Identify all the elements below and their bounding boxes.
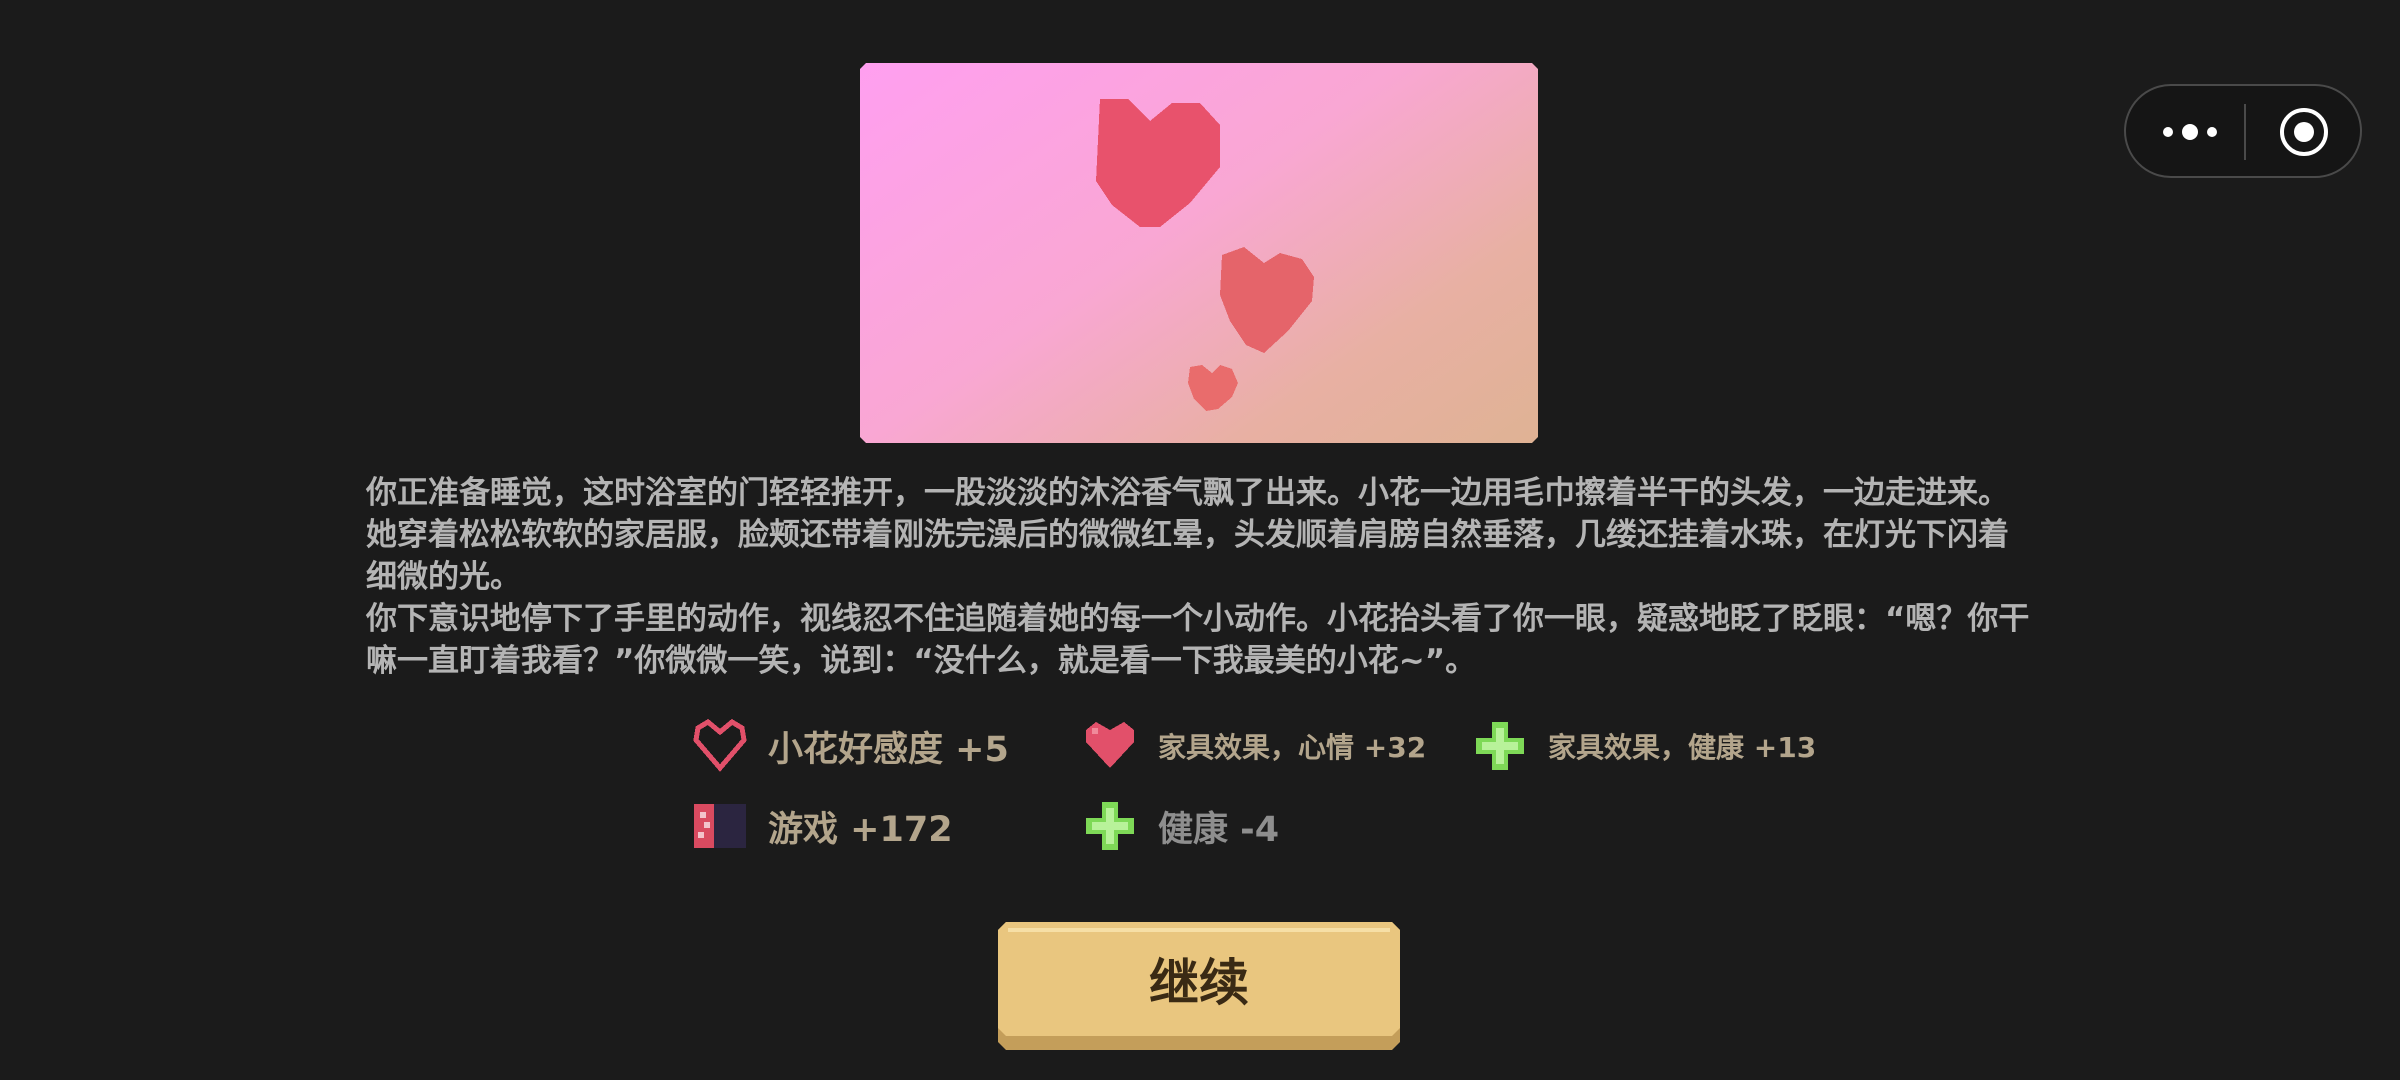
stat-affection: 小花好感度 +5 [692, 718, 1009, 774]
game-card-icon [694, 804, 746, 848]
green-cross-icon [1476, 722, 1524, 770]
story-paragraph: 你下意识地停下了手里的动作，视线忍不住追随着她的每一个小动作。小花抬头看了你一眼… [366, 601, 2030, 679]
stat-game: 游戏 +172 [692, 798, 953, 854]
stat-furniture-mood: 家具效果，心情 +32 [1082, 718, 1426, 774]
floating-hearts-illustration [860, 63, 1538, 443]
stat-health: 健康 -4 [1082, 798, 1279, 854]
story-text: 你正准备睡觉，这时浴室的门轻轻推开，一股淡淡的沐浴香气飘了出来。小花一边用毛巾擦… [366, 472, 2034, 682]
target-circle-icon[interactable] [2278, 106, 2330, 158]
green-cross-icon [1086, 802, 1134, 850]
capsule-divider [2244, 104, 2246, 160]
stat-furniture-mood-label: 家具效果，心情 +32 [1158, 731, 1427, 764]
stat-affection-label: 小花好感度 +5 [768, 729, 1009, 770]
stat-health-label: 健康 -4 [1158, 809, 1280, 850]
more-dots-icon[interactable] [2160, 114, 2220, 150]
mini-program-capsule [2124, 84, 2362, 178]
stat-game-label: 游戏 +172 [768, 809, 953, 850]
stat-furniture-health-label: 家具效果，健康 +13 [1548, 731, 1817, 764]
stat-furniture-health: 家具效果，健康 +13 [1472, 718, 1816, 774]
story-paragraph: 你正准备睡觉，这时浴室的门轻轻推开，一股淡淡的沐浴香气飘了出来。小花一边用毛巾擦… [366, 475, 2009, 595]
continue-button[interactable]: 继续 [998, 922, 1400, 1050]
game-screen: 你正准备睡觉，这时浴室的门轻轻推开，一股淡淡的沐浴香气飘了出来。小花一边用毛巾擦… [0, 0, 2400, 1080]
heart-outline-icon [693, 718, 747, 772]
scene-illustration [860, 63, 1538, 443]
heart-filled-icon [1086, 722, 1134, 768]
continue-button-label: 继续 [1149, 954, 1249, 1012]
